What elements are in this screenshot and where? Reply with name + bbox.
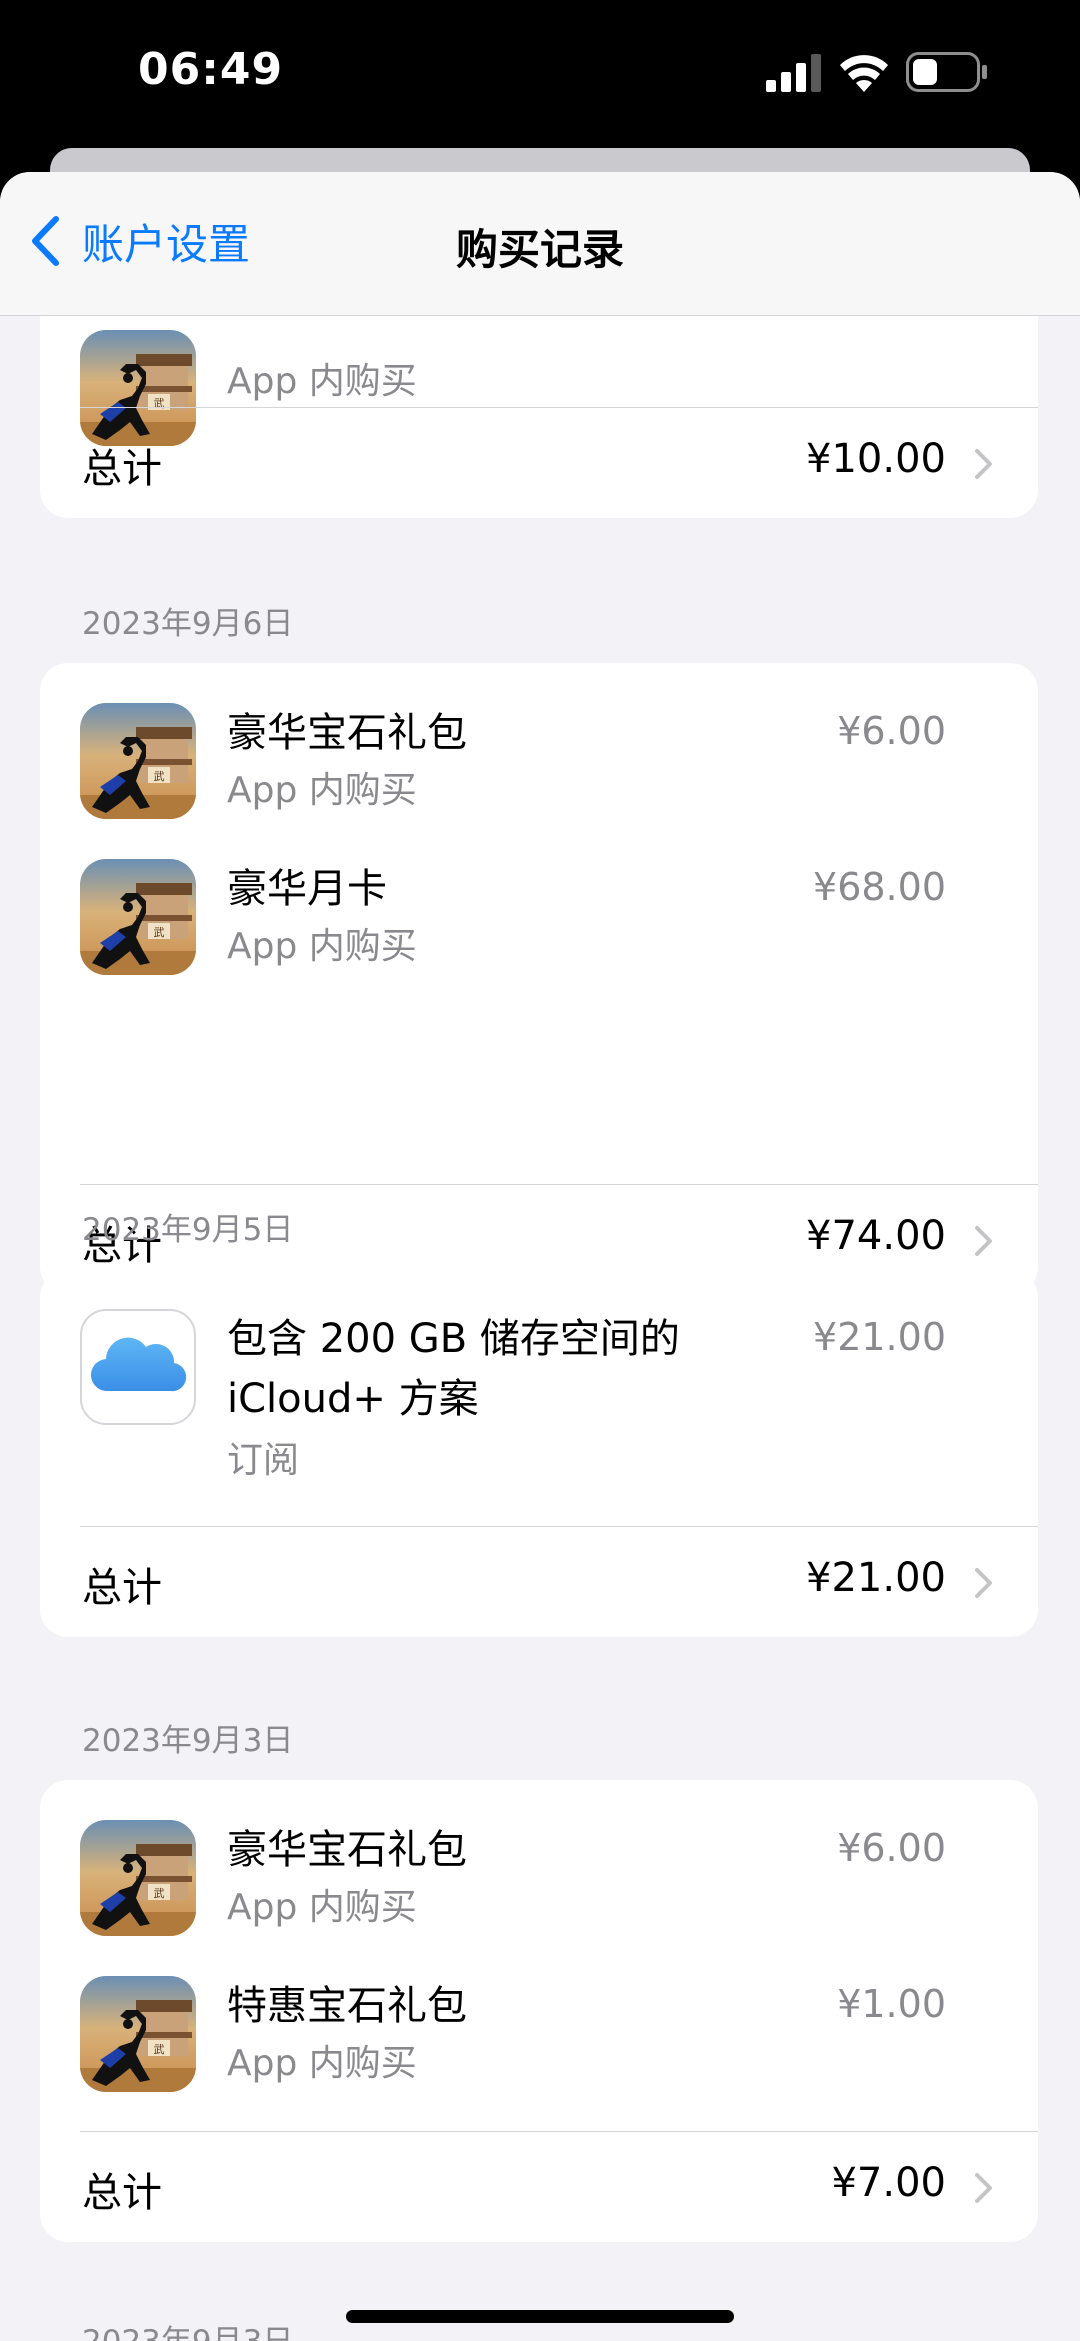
game-icon: [80, 703, 196, 819]
total-label: 总计: [82, 446, 162, 492]
total-row[interactable]: 总计 ¥7.00: [40, 2132, 1038, 2242]
item-price: ¥21.00: [813, 1315, 946, 1359]
total-row[interactable]: 总计 ¥10.00: [40, 408, 1038, 518]
total-row[interactable]: 总计 ¥21.00: [40, 1527, 1038, 1637]
date-header: 2023年9月3日: [82, 1723, 294, 1759]
status-time: 06:49: [138, 44, 284, 95]
purchase-card: 包含 200 GB 储存空间的 iCloud+ 方案 订阅 ¥21.00 总计 …: [40, 1269, 1038, 1637]
item-title-line-1: 包含 200 GB 储存空间的: [227, 1316, 680, 1362]
battery-icon: [906, 52, 987, 92]
list-item[interactable]: 豪华宝石礼包 App 内购买 ¥6.00: [40, 1780, 1038, 1936]
total-label: 总计: [82, 1565, 162, 1611]
item-price: ¥68.00: [813, 865, 946, 909]
item-title: 豪华月卡: [227, 866, 387, 912]
cellular-signal-icon: [766, 54, 821, 92]
item-title-line-2: iCloud+ 方案: [227, 1376, 479, 1422]
game-icon: [80, 1820, 196, 1936]
item-price: ¥1.00: [837, 1982, 946, 2026]
icloud-icon: [80, 1309, 196, 1425]
wifi-icon: [840, 55, 888, 92]
home-indicator[interactable]: [346, 2310, 734, 2323]
total-value: ¥10.00: [806, 436, 946, 482]
chevron-right-icon: [975, 2173, 992, 2203]
game-icon: [80, 1976, 196, 2092]
item-subtitle: App 内购买: [227, 926, 417, 967]
item-subtitle: App 内购买: [227, 770, 417, 811]
item-subtitle: App 内购买: [227, 2043, 417, 2084]
item-price: ¥6.00: [837, 1826, 946, 1870]
list-item[interactable]: 豪华宝石礼包 App 内购买 ¥6.00: [40, 663, 1038, 823]
purchase-card: 豪华宝石礼包 App 内购买 ¥6.00 豪华月卡 App 内购买 ¥68.00…: [40, 663, 1038, 1295]
item-title: 特惠宝石礼包: [227, 1983, 467, 2029]
item-title: 豪华宝石礼包: [227, 710, 467, 756]
total-value: ¥74.00: [806, 1213, 946, 1259]
date-header: 2023年9月6日: [82, 606, 294, 642]
item-subtitle: App 内购买: [227, 361, 417, 402]
date-header: 2023年9月5日: [82, 1212, 294, 1248]
list-item[interactable]: 包含 200 GB 储存空间的 iCloud+ 方案 订阅 ¥21.00: [40, 1269, 1038, 1523]
item-subtitle: App 内购买: [227, 1887, 417, 1928]
chevron-right-icon: [975, 449, 992, 479]
date-header: 2023年9月3日: [82, 2316, 293, 2341]
total-value: ¥21.00: [806, 1555, 946, 1601]
list-item[interactable]: 豪华月卡 App 内购买 ¥68.00: [40, 823, 1038, 983]
navigation-bar: 账户设置 购买记录: [0, 172, 1080, 316]
chevron-right-icon: [975, 1226, 992, 1256]
item-price: ¥6.00: [837, 709, 946, 753]
total-value: ¥7.00: [831, 2160, 946, 2206]
game-icon: [80, 859, 196, 975]
item-title: 豪华宝石礼包: [227, 1827, 467, 1873]
purchase-history-sheet: 账户设置 购买记录 App 内购买 总计 ¥10.00 2023年9月6日 豪华…: [0, 172, 1080, 2341]
total-label: 总计: [82, 2170, 162, 2216]
status-bar: 06:49: [0, 0, 1080, 150]
chevron-right-icon: [975, 1568, 992, 1598]
page-title: 购买记录: [455, 225, 624, 274]
item-subtitle: 订阅: [227, 1440, 300, 1481]
purchase-card: 豪华宝石礼包 App 内购买 ¥6.00 特惠宝石礼包 App 内购买 ¥1.0…: [40, 1780, 1038, 2242]
list-item[interactable]: 特惠宝石礼包 App 内购买 ¥1.00: [40, 1936, 1038, 2096]
